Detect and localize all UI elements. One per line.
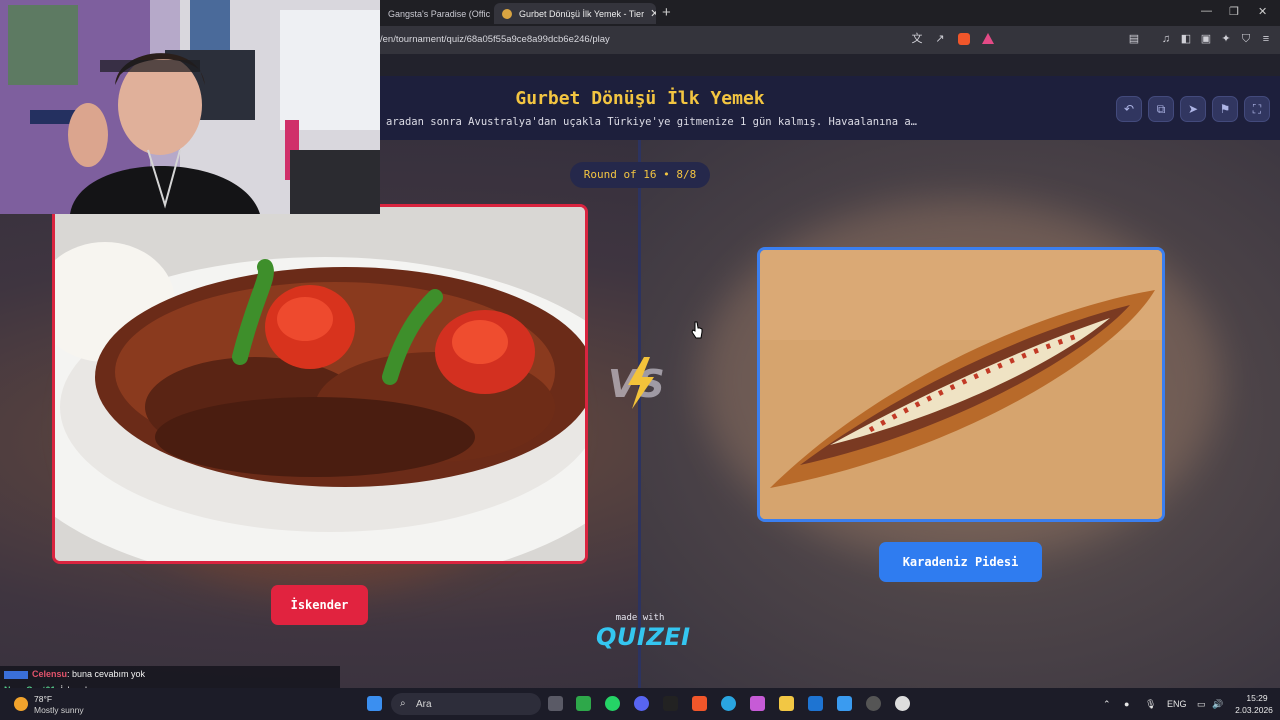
close-window-button[interactable]: ✕: [1258, 5, 1267, 18]
vs-badge-icon: VS: [608, 357, 665, 409]
iskender-picture: [55, 207, 585, 561]
leo-ai-icon[interactable]: ✦: [1220, 33, 1232, 45]
screen: Gangsta's Paradise (Official Gurbet Dönü…: [0, 0, 1280, 720]
terminal-icon[interactable]: [663, 696, 678, 711]
restore-button[interactable]: ❐: [1229, 5, 1239, 18]
wallet-icon[interactable]: ▣: [1200, 33, 1212, 45]
iskender-option-button[interactable]: İskender: [271, 585, 368, 625]
xbox-icon[interactable]: [576, 696, 591, 711]
hand-cursor-icon: [691, 321, 703, 339]
streamer-camera-feed: [0, 0, 380, 214]
round-indicator: Round of 16 • 8/8: [570, 162, 710, 188]
new-tab-button[interactable]: +: [662, 4, 671, 21]
chat-text: : buna cevabım yok: [67, 669, 146, 679]
task-view-icon[interactable]: [548, 696, 563, 711]
tab-gurbet-quiz[interactable]: Gurbet Dönüşü İlk Yemek - Tier ✕: [494, 3, 656, 24]
quiz-description: aradan sonra Avustralya'dan uçakla Türki…: [386, 116, 918, 128]
copilot-icon[interactable]: [750, 696, 765, 711]
microphone-icon[interactable]: 🎙: [1145, 699, 1156, 710]
made-with-label: made with: [615, 613, 665, 623]
site-favicon-icon: [502, 8, 512, 19]
clock-date[interactable]: 2.03.2026: [1230, 705, 1278, 715]
brave-rewards-icon[interactable]: [982, 33, 994, 44]
undo-button[interactable]: ↶: [1116, 96, 1142, 122]
steelseries-icon[interactable]: [895, 696, 910, 711]
clock-time[interactable]: 15:29: [1237, 693, 1277, 703]
mail-icon[interactable]: [808, 696, 823, 711]
translate-icon[interactable]: 文: [911, 33, 923, 45]
reader-mode-icon[interactable]: ▤: [1128, 33, 1140, 45]
app-icon[interactable]: [866, 696, 881, 711]
close-tab-icon[interactable]: ✕: [644, 7, 656, 20]
url-field[interactable]: /en/tournament/quiz/68a05f55a9ce8a99dcb6…: [380, 34, 610, 45]
report-button[interactable]: ⚑: [1212, 96, 1238, 122]
vpn-icon[interactable]: ⛉: [1240, 33, 1252, 45]
language-indicator[interactable]: ENG: [1167, 699, 1187, 709]
share-icon[interactable]: ↗: [934, 33, 946, 45]
copy-button[interactable]: ⧉: [1148, 96, 1174, 122]
tab-label: Gangsta's Paradise (Official: [388, 8, 490, 19]
karadeniz-pidesi-option-button[interactable]: Karadeniz Pidesi: [879, 542, 1042, 582]
pide-picture: [760, 250, 1162, 519]
quizei-logo[interactable]: QUIZEI: [596, 623, 690, 651]
tab-gangstas-paradise[interactable]: Gangsta's Paradise (Official: [380, 3, 490, 24]
minimize-button[interactable]: —: [1201, 5, 1212, 17]
search-placeholder: Ara: [416, 699, 432, 710]
center-divider: [638, 140, 641, 688]
file-explorer-icon[interactable]: [779, 696, 794, 711]
fullscreen-button[interactable]: ⛶: [1244, 96, 1270, 122]
right-option-image[interactable]: [757, 247, 1165, 522]
left-option-image[interactable]: [52, 204, 588, 564]
brave-shield-icon[interactable]: [958, 33, 970, 45]
media-icon[interactable]: ♫: [1160, 33, 1172, 45]
share-button[interactable]: ➤: [1180, 96, 1206, 122]
weather-temperature[interactable]: 78°F: [34, 694, 52, 704]
tray-overflow-icon[interactable]: ⌃: [1103, 699, 1111, 710]
tray-app-icon[interactable]: ●: [1124, 699, 1129, 709]
sidebar-icon[interactable]: ◧: [1180, 33, 1192, 45]
edge-icon[interactable]: [721, 696, 736, 711]
taskbar-search[interactable]: [391, 693, 541, 715]
menu-icon[interactable]: ≡: [1260, 33, 1272, 45]
discord-icon[interactable]: [634, 696, 649, 711]
volume-icon[interactable]: 🔊: [1212, 699, 1223, 710]
store-icon[interactable]: [837, 696, 852, 711]
chat-message: Celensu: buna cevabım yok: [4, 669, 145, 679]
chat-username: Celensu: [32, 669, 68, 679]
start-menu-icon[interactable]: [367, 696, 382, 711]
brave-browser-icon[interactable]: [692, 696, 707, 711]
search-icon: ⌕: [400, 698, 406, 709]
weather-description[interactable]: Mostly sunny: [34, 705, 84, 715]
whatsapp-icon[interactable]: [605, 696, 620, 711]
chat-badges-icon: [4, 670, 28, 679]
tab-label: Gurbet Dönüşü İlk Yemek - Tier: [519, 8, 645, 19]
webcam-overlay: [0, 0, 380, 214]
network-icon[interactable]: ▭: [1197, 699, 1206, 710]
weather-sun-icon[interactable]: [14, 697, 28, 711]
